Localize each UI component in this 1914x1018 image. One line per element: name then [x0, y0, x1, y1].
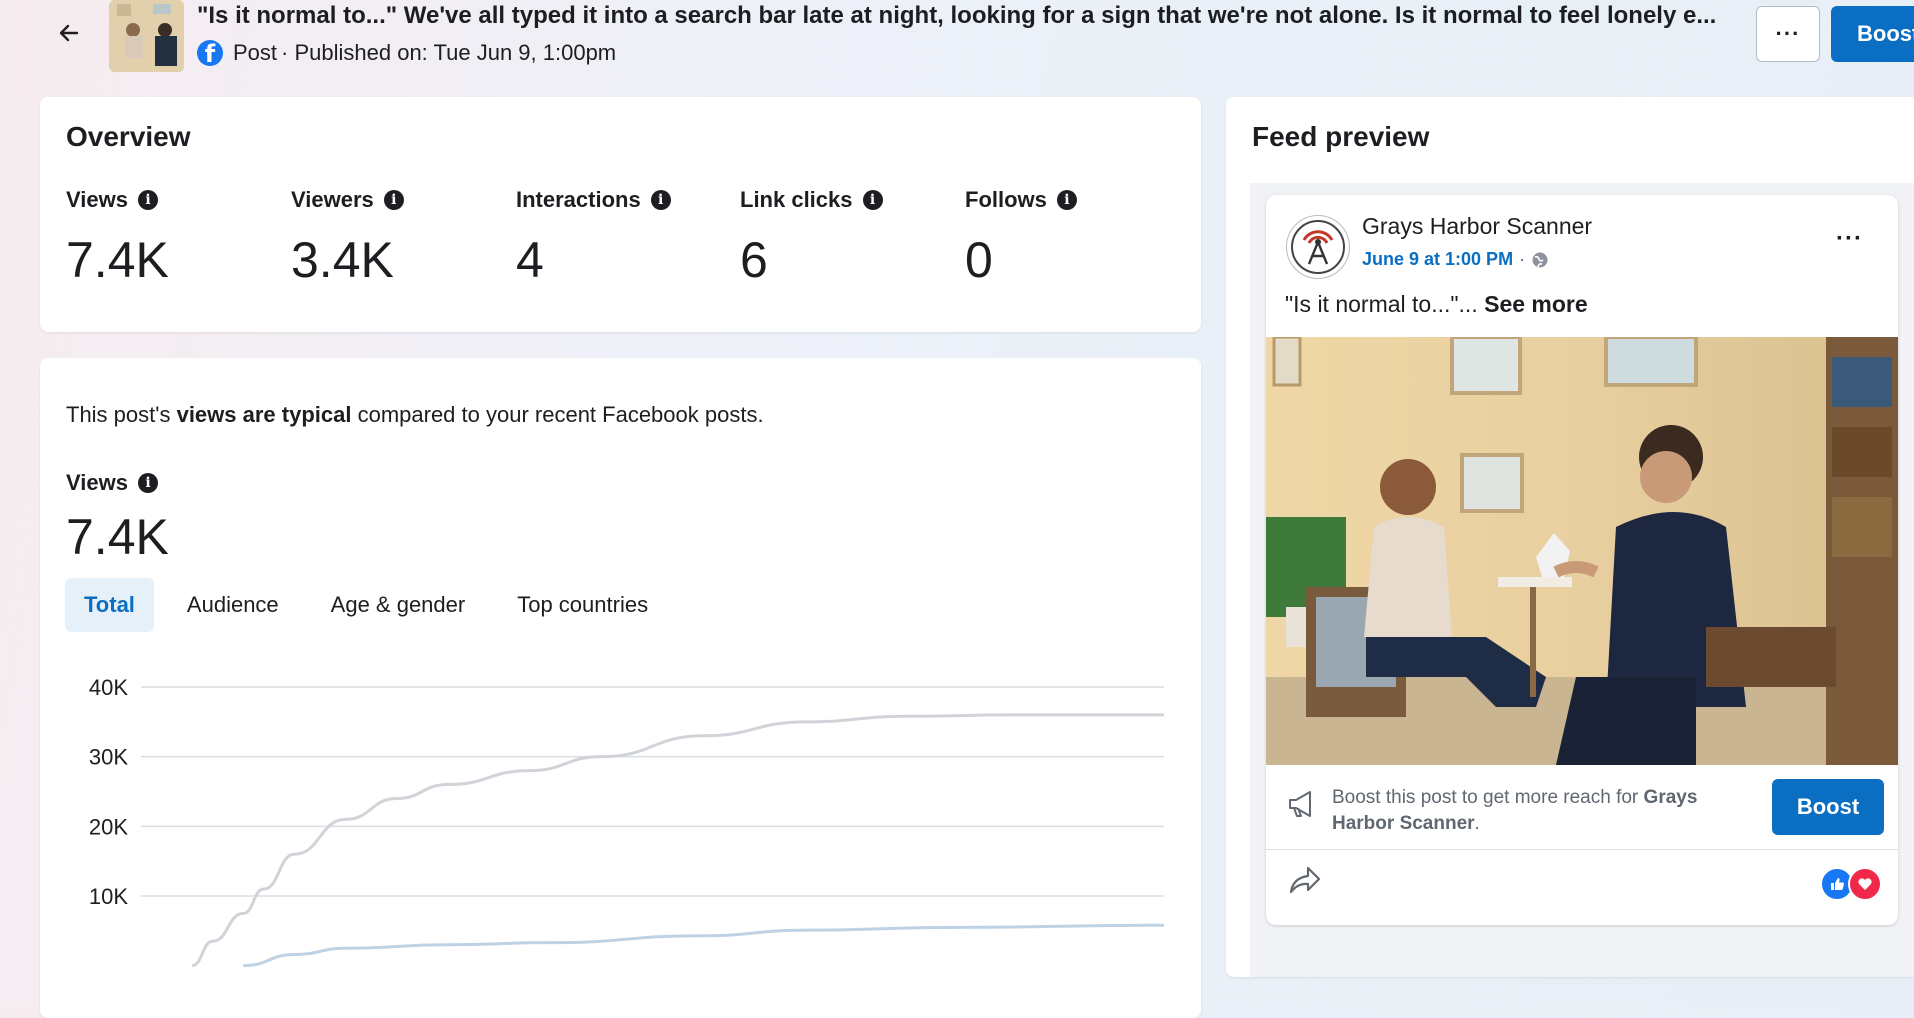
metric-label: Viewers	[291, 187, 374, 212]
metric-value: 0	[965, 232, 993, 288]
metric-label: Views	[66, 187, 128, 212]
post-preview: Grays Harbor Scanner June 9 at 1:00 PM ·…	[1266, 195, 1898, 925]
metric-label: Interactions	[516, 187, 641, 212]
info-icon[interactable]: i	[1056, 190, 1077, 210]
radio-tower-icon	[1291, 220, 1345, 274]
post-date[interactable]: June 9 at 1:00 PM	[1362, 249, 1513, 270]
boost-prompt-end: .	[1474, 813, 1480, 834]
post-title: "Is it normal to..." We've all typed it …	[197, 2, 1717, 29]
metric-value: 6	[740, 232, 768, 288]
series-line	[243, 923, 1165, 968]
arrow-left-icon	[59, 24, 79, 42]
feed-preview-card: Feed preview Grays Harbor Scanner June 9…	[1226, 97, 1914, 977]
performance-summary: This post's views are typical compared t…	[66, 402, 764, 428]
love-icon	[1848, 867, 1882, 901]
summary-text: compared to your recent Facebook posts.	[351, 402, 764, 427]
post-options-button[interactable]: ···	[1836, 225, 1863, 253]
post-meta: June 9 at 1:00 PM ·	[1362, 249, 1549, 270]
see-more-link[interactable]: See more	[1478, 291, 1588, 317]
y-tick-label: 10K	[89, 884, 128, 909]
post-text: "Is it normal to..."... See more	[1285, 291, 1588, 318]
views-label: Views i	[66, 470, 158, 496]
page-avatar[interactable]	[1286, 215, 1350, 279]
more-options-button[interactable]: ···	[1756, 6, 1820, 62]
metric-link-clicks: Link clicks i 6	[740, 187, 960, 289]
page-name[interactable]: Grays Harbor Scanner	[1362, 213, 1592, 240]
post-subtitle: f Post · Published on: Tue Jun 9, 1:00pm	[197, 40, 616, 66]
info-icon[interactable]: i	[137, 190, 158, 210]
tab-age-gender[interactable]: Age & gender	[312, 578, 485, 632]
views-chart: 40K 30K 20K 10K	[89, 675, 1165, 968]
metric-value: 7.4K	[66, 232, 169, 288]
metric-label: Follows	[965, 187, 1047, 212]
post-type: Post	[233, 40, 278, 65]
feed-preview-area: Grays Harbor Scanner June 9 at 1:00 PM ·…	[1250, 183, 1914, 977]
y-tick-label: 40K	[89, 675, 128, 700]
reactions[interactable]	[1820, 867, 1882, 901]
chart-tabs: Total Audience Age & gender Top countrie…	[65, 578, 681, 632]
boost-row: Boost this post to get more reach for Gr…	[1266, 765, 1898, 850]
post-image[interactable]	[1266, 337, 1898, 765]
facebook-icon: f	[197, 40, 223, 66]
tab-total[interactable]: Total	[65, 578, 154, 632]
metric-viewers: Viewers i 3.4K	[291, 187, 511, 289]
tab-audience[interactable]: Audience	[168, 578, 298, 632]
metric-follows: Follows i 0	[965, 187, 1185, 289]
post-thumbnail	[109, 0, 184, 72]
back-button[interactable]	[48, 12, 90, 54]
metric-views: Views i 7.4K	[66, 187, 286, 289]
share-icon[interactable]	[1288, 865, 1322, 895]
info-icon[interactable]: i	[862, 190, 883, 210]
overview-card: Overview Views i 7.4K Viewers i 3.4K Inter…	[40, 97, 1201, 332]
boost-post-button[interactable]: Boost	[1831, 6, 1914, 62]
boost-prompt-text: Boost this post to get more reach for	[1332, 787, 1644, 808]
metric-value: 3.4K	[291, 232, 394, 288]
info-icon[interactable]: i	[137, 473, 158, 493]
y-tick-label: 20K	[89, 814, 128, 839]
boost-button[interactable]: Boost	[1772, 779, 1884, 835]
views-total: 7.4K	[66, 509, 169, 565]
views-label-text: Views	[66, 470, 128, 495]
tab-top-countries[interactable]: Top countries	[498, 578, 667, 632]
summary-highlight: views are typical	[176, 402, 352, 427]
megaphone-icon	[1289, 791, 1311, 817]
globe-icon	[1532, 252, 1548, 267]
published-date: · Published on: Tue Jun 9, 1:00pm	[281, 40, 617, 65]
metric-label: Link clicks	[740, 187, 853, 212]
summary-text: This post's	[66, 402, 177, 427]
info-icon[interactable]: i	[383, 190, 404, 210]
info-icon[interactable]: i	[650, 190, 671, 210]
boost-prompt: Boost this post to get more reach for Gr…	[1332, 785, 1752, 837]
y-tick-label: 30K	[89, 745, 128, 770]
metric-value: 4	[516, 232, 544, 288]
feed-preview-title: Feed preview	[1252, 121, 1430, 152]
overview-title: Overview	[66, 121, 191, 152]
metric-interactions: Interactions i 4	[516, 187, 736, 289]
post-caption: "Is it normal to..."...	[1285, 291, 1478, 317]
